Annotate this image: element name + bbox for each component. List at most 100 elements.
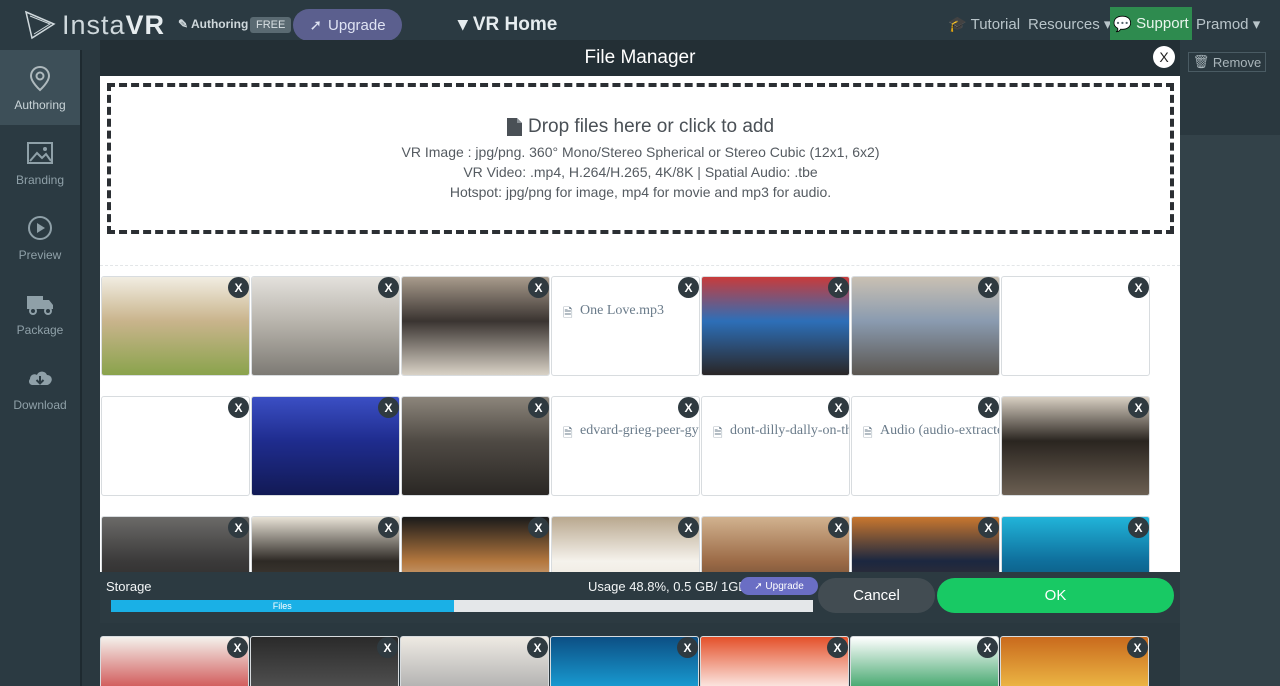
file-thumbnail (102, 277, 249, 375)
remove-file-button[interactable]: X (678, 397, 699, 418)
remove-file-button[interactable]: X (678, 517, 699, 538)
play-icon (28, 215, 52, 240)
remove-file-button[interactable]: X (827, 637, 848, 658)
resources-label: Resources (1028, 16, 1100, 33)
tutorial-link[interactable]: 🎓 Tutorial (948, 15, 1020, 33)
mode-authoring[interactable]: ✎ Authoring (178, 17, 248, 31)
ok-button[interactable]: OK (937, 578, 1174, 613)
remove-file-button[interactable]: X (528, 397, 549, 418)
remove-file-button[interactable]: X (528, 517, 549, 538)
sidebar-item-authoring[interactable]: Authoring (0, 50, 80, 125)
remove-file-button[interactable]: X (228, 277, 249, 298)
rocket-icon: ➚ (754, 580, 763, 592)
sidebar-item-preview[interactable]: Preview (0, 200, 80, 275)
file-thumbnail (402, 397, 549, 495)
modal-header: File Manager X (100, 40, 1180, 76)
image-file-tile[interactable]: X (101, 276, 250, 376)
remove-file-button[interactable]: X (977, 637, 998, 658)
dropzone-hotspot-hint: Hotspot: jpg/png for image, mp4 for movi… (449, 183, 832, 200)
image-file-tile[interactable]: X (701, 516, 850, 576)
image-file-tile[interactable]: X (701, 276, 850, 376)
storage-upgrade-button[interactable]: ➚ Upgrade (740, 577, 818, 595)
remove-file-button[interactable]: X (978, 277, 999, 298)
background-thumbnail: X (850, 636, 999, 686)
image-file-tile[interactable]: X (1001, 396, 1150, 496)
audio-file-tile[interactable]: 🗎 edvard-grieg-peer-gy X (551, 396, 700, 496)
image-file-tile[interactable]: X (551, 516, 700, 576)
caret-down-icon: ▾ (1252, 16, 1261, 33)
file-thumbnail (402, 277, 549, 375)
image-file-tile[interactable]: X (851, 516, 1000, 576)
empty-file-tile[interactable]: X (101, 396, 250, 496)
remove-file-button[interactable]: X (378, 517, 399, 538)
image-file-tile[interactable]: X (251, 276, 400, 376)
logo[interactable]: Insta VR (24, 8, 165, 42)
background-thumbnail: X (100, 636, 249, 686)
file-thumbnail (1002, 397, 1149, 495)
cancel-button[interactable]: Cancel (818, 578, 935, 613)
graduation-cap-icon: 🎓 (948, 16, 967, 33)
close-button[interactable]: X (1153, 46, 1175, 68)
logo-text-light: Insta (62, 9, 126, 40)
image-file-tile[interactable]: X (401, 516, 550, 576)
audio-file-icon: 🗎 (563, 426, 573, 440)
remove-file-button[interactable]: X (677, 637, 698, 658)
remove-file-button[interactable]: X (227, 637, 248, 658)
remove-file-button[interactable]: X (828, 517, 849, 538)
divider (100, 265, 1180, 266)
mode-authoring-label: Authoring (190, 17, 249, 31)
audio-file-tile[interactable]: 🗎 Audio (audio-extracte X (851, 396, 1000, 496)
support-button[interactable]: 💬 Support (1110, 7, 1192, 40)
image-file-tile[interactable]: X (251, 516, 400, 576)
file-dropzone[interactable]: Drop files here or click to add VR Image… (107, 83, 1174, 234)
background-thumbnail: X (550, 636, 699, 686)
audio-file-tile[interactable]: 🗎 One Love.mp3 X (551, 276, 700, 376)
sidebar-item-download[interactable]: Download (0, 350, 80, 425)
image-file-tile[interactable]: X (851, 276, 1000, 376)
remove-file-button[interactable]: X (978, 517, 999, 538)
remove-file-button[interactable]: X (1127, 637, 1148, 658)
file-icon (506, 117, 522, 136)
remove-file-button[interactable]: X (1128, 397, 1149, 418)
user-menu[interactable]: Pramod ▾ (1196, 15, 1260, 33)
remove-file-button[interactable]: X (828, 397, 849, 418)
upgrade-button[interactable]: ➚ Upgrade (293, 9, 402, 41)
empty-file-tile[interactable]: X (1001, 276, 1150, 376)
background-thumbnail: X (700, 636, 849, 686)
remove-file-button[interactable]: X (378, 277, 399, 298)
image-file-tile[interactable]: X (101, 516, 250, 576)
remove-file-button[interactable]: X (228, 517, 249, 538)
file-thumbnail (252, 277, 399, 375)
image-file-tile[interactable]: X (401, 276, 550, 376)
image-file-tile[interactable]: X (401, 396, 550, 496)
logo-icon (24, 10, 56, 40)
remove-button[interactable]: 🗑 Remove (1188, 52, 1266, 72)
dropzone-video-hint: VR Video: .mp4, H.264/H.265, 4K/8K | Spa… (463, 163, 818, 180)
remove-file-button[interactable]: X (527, 637, 548, 658)
file-thumbnail (102, 517, 249, 576)
resources-menu[interactable]: Resources ▾ (1028, 15, 1111, 33)
file-thumbnail (852, 277, 999, 375)
file-name: Audio (audio-extracte (880, 423, 1000, 438)
dropzone-image-hint: VR Image : jpg/png. 360° Mono/Stereo Sph… (401, 143, 880, 160)
image-file-tile[interactable]: X (251, 396, 400, 496)
remove-file-button[interactable]: X (978, 397, 999, 418)
file-thumbnail (1002, 517, 1149, 576)
project-title[interactable]: ▾ VR Home (458, 13, 557, 36)
remove-file-button[interactable]: X (678, 277, 699, 298)
sidebar-item-package[interactable]: Package (0, 275, 80, 350)
logo-text-bold: VR (125, 9, 166, 40)
sidebar-item-branding[interactable]: Branding (0, 125, 80, 200)
remove-file-button[interactable]: X (378, 397, 399, 418)
remove-file-button[interactable]: X (377, 637, 398, 658)
file-thumbnail (402, 517, 549, 576)
rocket-icon: ➚ (309, 17, 323, 34)
remove-file-button[interactable]: X (828, 277, 849, 298)
image-file-tile[interactable]: X (1001, 516, 1150, 576)
remove-file-button[interactable]: X (228, 397, 249, 418)
remove-file-button[interactable]: X (528, 277, 549, 298)
remove-file-button[interactable]: X (1128, 277, 1149, 298)
trash-icon: 🗑 (1192, 54, 1210, 69)
remove-file-button[interactable]: X (1128, 517, 1149, 538)
audio-file-tile[interactable]: 🗎 dont-dilly-dally-on-th X (701, 396, 850, 496)
